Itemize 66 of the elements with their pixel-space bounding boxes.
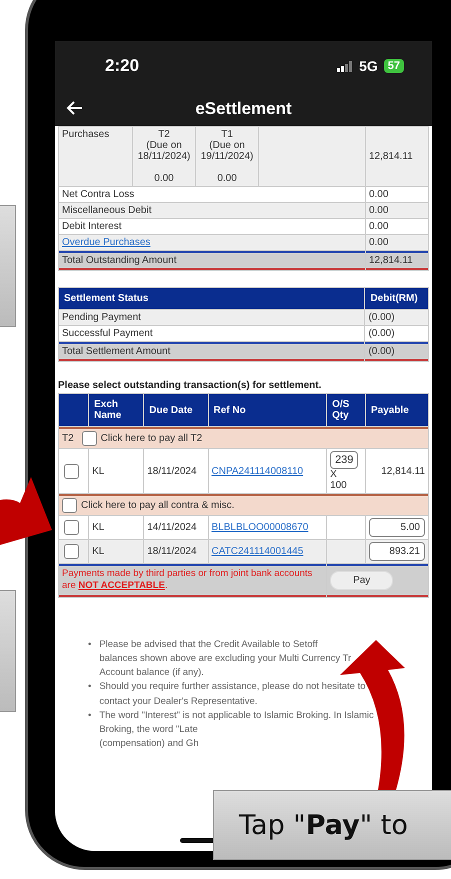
row-label: Successful Payment: [62, 328, 153, 339]
due-date: 18/11/2024: [147, 546, 197, 557]
row-label: Pending Payment: [62, 312, 141, 323]
note-text: Please be advised that the Credit Available to Setoff balances shown above are excluding your Multi Currency Tr Account balance (if any).: [99, 638, 352, 680]
total-amount: 12,814.11: [368, 255, 413, 266]
pay-button[interactable]: Pay: [330, 570, 394, 590]
column-header: Exch Name: [89, 394, 144, 426]
multiply-sign: X: [330, 469, 337, 480]
bullet: •: [88, 638, 92, 652]
due-tag: T1: [221, 129, 233, 140]
amount: (0.00): [368, 328, 395, 339]
row-label: Net Contra Loss: [62, 189, 134, 200]
bullet: •: [88, 708, 92, 723]
ref-no-link[interactable]: CNPA241114008110: [212, 466, 304, 476]
amount: 12,814.11: [368, 151, 413, 162]
column-header: Payable: [366, 394, 428, 426]
qty-field[interactable]: 239: [330, 451, 358, 469]
status-time: 2:20: [105, 56, 140, 76]
exchange-name: KL: [92, 522, 104, 533]
due-date: 18/11/2024: [147, 466, 197, 476]
amount: 0.00: [368, 237, 388, 248]
total-label: Total Settlement Amount: [62, 346, 170, 357]
note-text: The word "Interest" is not applicable to Islamic Broking. In Islamic Broking, the word "Late (compensation) and Gh: [99, 708, 374, 752]
due-tag: T2: [158, 129, 170, 140]
due-date: (Due on 19/11/2024): [200, 140, 254, 162]
row-label: Debit Interest: [62, 221, 122, 232]
group-tag: T2: [62, 433, 74, 444]
payable-field[interactable]: 893.21: [369, 542, 425, 561]
signal-icon: [337, 60, 354, 72]
row-label: Miscellaneous Debit: [62, 205, 152, 216]
checkbox[interactable]: [82, 431, 97, 446]
lot-size: 100: [330, 480, 347, 491]
column-header: Ref No: [208, 394, 326, 426]
pay-all-label: Click here to pay all contra & misc.: [81, 500, 234, 512]
column-header: Settlement Status: [59, 288, 364, 309]
amount: 0.00: [368, 221, 388, 232]
amount: 0.00: [217, 173, 237, 184]
checkbox[interactable]: [64, 464, 80, 478]
bullet: •: [88, 680, 92, 694]
payable-amount: 12,814.11: [381, 466, 425, 476]
callout-text: Tap "Pay" to: [213, 790, 451, 860]
checkbox[interactable]: [64, 544, 80, 559]
column-header: Debit(RM): [365, 288, 428, 309]
amount: 0.00: [368, 189, 388, 200]
amount: (0.00): [368, 312, 395, 323]
instruction-text: Please select outstanding transaction(s) for settlement.: [58, 379, 322, 393]
page-title: eSettlement: [195, 98, 292, 118]
exchange-name: KL: [92, 466, 104, 476]
battery-level: 57: [384, 59, 404, 73]
total-amount: (0.00): [368, 346, 395, 357]
network-label: 5G: [359, 58, 378, 74]
checkbox[interactable]: [64, 520, 80, 535]
due-date: 14/11/2024: [147, 522, 197, 533]
exchange-name: KL: [92, 546, 104, 557]
column-header: O/S Qty: [327, 394, 365, 426]
due-date: (Due on 18/11/2024): [138, 140, 190, 162]
pay-all-label: Click here to pay all T2: [100, 433, 202, 444]
column-header: Due Date: [144, 394, 208, 426]
payable-field[interactable]: 5.00: [369, 518, 425, 537]
note-text: Should you require further assistance, please do not hesitate to contact your Dealer's Representative.: [99, 680, 366, 709]
warning-text: Payments made by third parties or from joint bank accounts are NOT ACCEPTABLE.: [62, 568, 312, 592]
amount: 0.00: [368, 205, 388, 216]
amount: 0.00: [154, 173, 174, 184]
total-label: Total Outstanding Amount: [62, 255, 177, 266]
checkbox[interactable]: [62, 498, 77, 513]
row-label: Purchases: [62, 129, 110, 140]
